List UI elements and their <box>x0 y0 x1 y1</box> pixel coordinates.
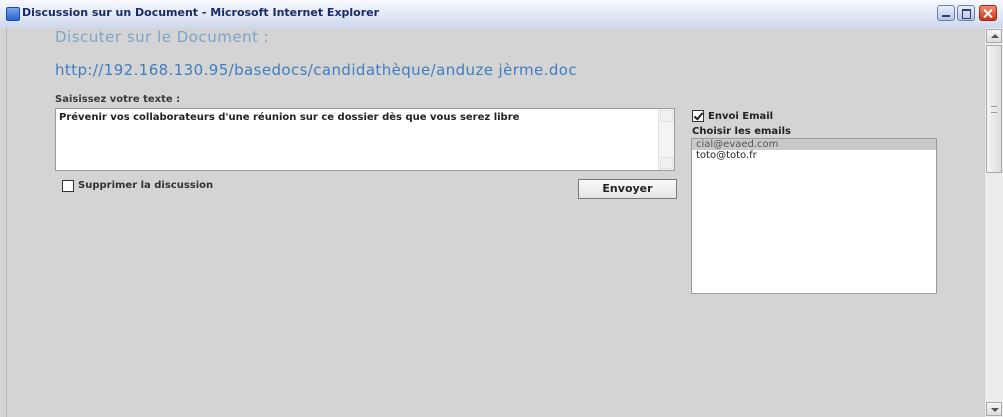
scroll-down-icon[interactable] <box>660 157 673 169</box>
email-option[interactable]: toto@toto.fr <box>692 150 936 161</box>
minimize-icon[interactable] <box>937 5 955 21</box>
document-url: http://192.168.130.95/basedocs/candidath… <box>55 61 577 79</box>
email-option[interactable]: cial@evaed.com <box>692 139 936 150</box>
scroll-up-icon[interactable] <box>986 29 1002 43</box>
close-icon[interactable] <box>979 5 997 21</box>
ie-page-icon <box>6 7 20 21</box>
delete-discussion-checkbox[interactable] <box>62 180 74 192</box>
browser-window: Discussion sur un Document - Microsoft I… <box>0 0 1003 417</box>
email-listbox[interactable]: cial@evaed.com toto@toto.fr <box>691 138 937 294</box>
message-textarea[interactable]: Prévenir vos collaborateurs d'une réunio… <box>55 108 675 171</box>
send-button[interactable]: Envoyer <box>578 179 677 199</box>
page-heading: Discuter sur le Document : <box>55 28 270 46</box>
page-scrollbar[interactable] <box>984 28 1003 417</box>
page-content: Discuter sur le Document : http://192.16… <box>7 28 984 417</box>
choose-emails-label: Choisir les emails <box>692 126 791 137</box>
delete-discussion-label: Supprimer la discussion <box>78 180 214 191</box>
title-bar[interactable]: Discussion sur un Document - Microsoft I… <box>0 0 1003 29</box>
textarea-scrollbar[interactable] <box>658 109 674 170</box>
scrollbar-thumb[interactable] <box>986 45 1002 173</box>
message-text: Prévenir vos collaborateurs d'une réunio… <box>59 112 520 123</box>
send-email-checkbox[interactable] <box>692 110 704 122</box>
send-email-label: Envoi Email <box>708 111 774 122</box>
maximize-icon[interactable] <box>957 5 975 21</box>
window-title: Discussion sur un Document - Microsoft I… <box>22 6 380 19</box>
scroll-up-icon[interactable] <box>660 110 673 122</box>
window-frame-left <box>0 28 7 417</box>
scroll-down-icon[interactable] <box>986 402 1002 416</box>
text-label: Saisissez votre texte : <box>55 94 181 105</box>
